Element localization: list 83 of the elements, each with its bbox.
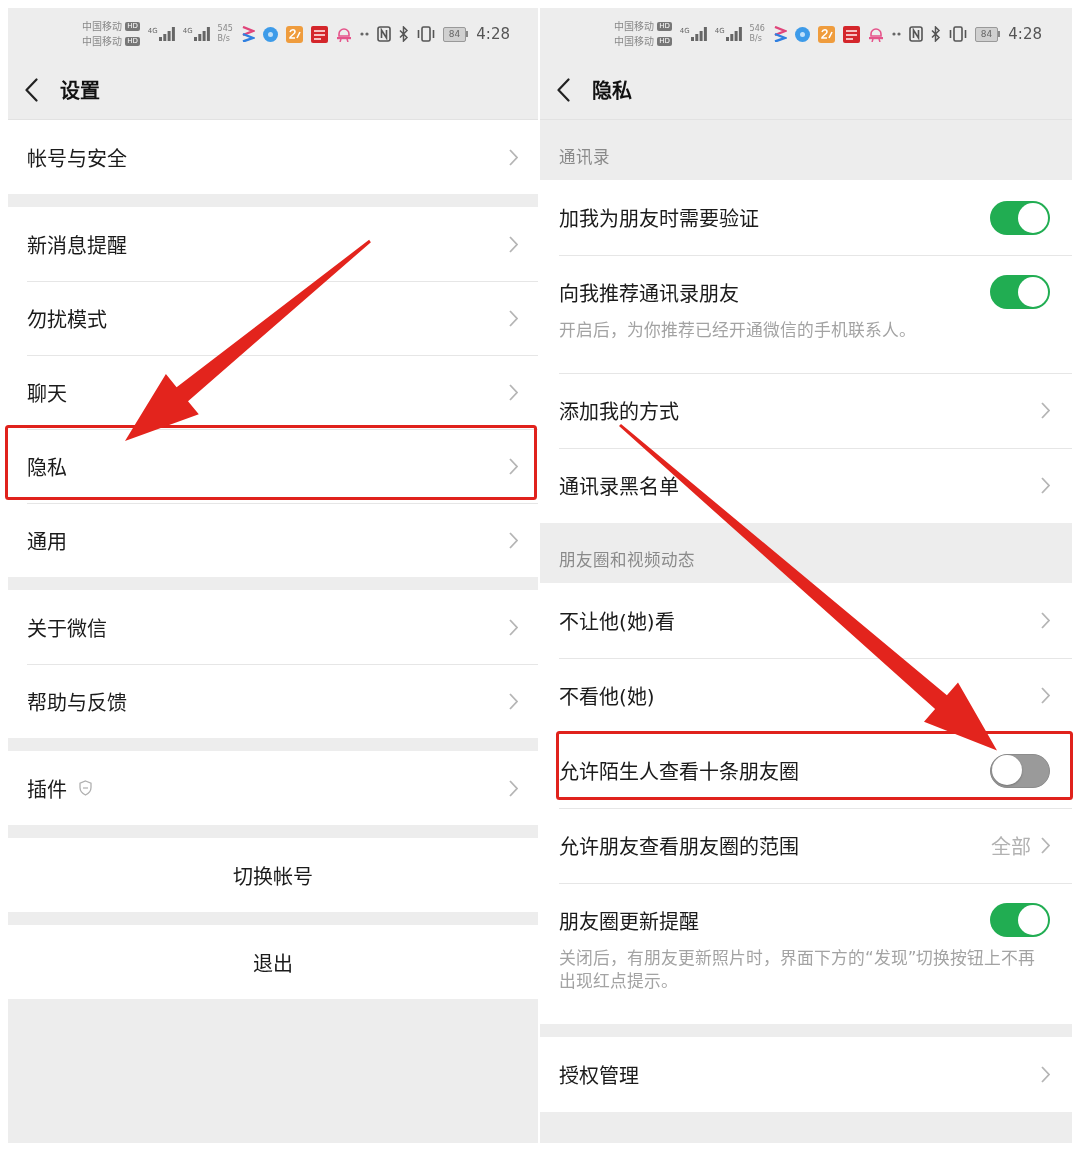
- screen-title: 隐私: [592, 78, 632, 104]
- toggle-switch[interactable]: [990, 903, 1050, 937]
- carrier-name: 中国移动: [614, 35, 655, 48]
- battery-indicator: 84: [974, 26, 1001, 42]
- signal-icon: [690, 27, 707, 41]
- chevron-icon: [1041, 1066, 1050, 1083]
- back-icon[interactable]: [25, 77, 38, 102]
- signal-icon: [193, 27, 210, 41]
- action-button[interactable]: 切换帐号: [8, 838, 538, 912]
- network-speed: 546: [749, 24, 765, 34]
- chevron-icon: [509, 457, 518, 475]
- app-tile-icon: [285, 25, 303, 43]
- double-chevron-icon: [772, 26, 787, 42]
- chevron-icon: [509, 309, 518, 327]
- description-text: 关闭后，有朋友更新照片时，界面下方的“发现”切换按钮上不再出现红点提示。: [559, 947, 1037, 993]
- vibrate-icon: [948, 26, 967, 42]
- toggle-switch[interactable]: [990, 200, 1050, 235]
- chevron-icon: [1041, 612, 1050, 629]
- more-icon: [891, 32, 901, 36]
- action-button[interactable]: 退出: [8, 925, 538, 999]
- clock-time: 4:28: [476, 25, 510, 43]
- chevron-icon: [1041, 402, 1050, 419]
- screen-title: 设置: [60, 78, 100, 104]
- chevron-icon: [509, 692, 518, 710]
- nfc-icon: [908, 26, 923, 42]
- menu-item[interactable]: 隐私: [8, 429, 538, 503]
- nfc-icon: [376, 26, 391, 42]
- app-tile-icon: [310, 25, 328, 43]
- speed-unit: B/s: [217, 34, 230, 44]
- carrier-name: 中国移动: [82, 35, 123, 48]
- toggle-switch[interactable]: [990, 275, 1050, 309]
- setting-label: 加我为朋友时需要验证: [559, 206, 759, 232]
- app-tile-icon: [817, 25, 835, 43]
- circle-icon: [794, 26, 810, 42]
- double-chevron-icon: [240, 26, 255, 42]
- signal-icon: [158, 27, 175, 41]
- chevron-icon: [1041, 837, 1050, 854]
- description-text: 开启后，为你推荐已经开通微信的手机联系人。: [559, 319, 917, 342]
- carrier-name: 中国移动: [82, 20, 123, 33]
- section-header: 朋友圈和视频动态: [558, 550, 696, 572]
- menu-item[interactable]: 关于微信: [8, 590, 538, 664]
- menu-item[interactable]: 勿扰模式: [8, 281, 538, 355]
- menu-item[interactable]: 帐号与安全: [8, 120, 538, 194]
- chevron-icon: [509, 148, 518, 166]
- setting-label: 朋友圈更新提醒: [559, 908, 699, 935]
- more-icon: [359, 32, 369, 36]
- shield-icon: [79, 780, 92, 796]
- chevron-icon: [1041, 687, 1050, 704]
- signal-icon: [725, 27, 742, 41]
- setting-label: 向我推荐通讯录朋友: [559, 280, 739, 307]
- speed-unit: B/s: [749, 34, 762, 44]
- menu-item[interactable]: 添加我的方式: [540, 373, 1072, 448]
- network-speed: 545: [217, 24, 233, 34]
- chevron-icon: [509, 383, 518, 401]
- section-header: 通讯录: [558, 147, 611, 169]
- ufo-icon: [867, 26, 884, 42]
- app-tile-icon: [842, 25, 860, 43]
- menu-item[interactable]: 插件: [8, 751, 538, 825]
- menu-item[interactable]: 通用: [8, 503, 538, 577]
- chevron-icon: [1041, 477, 1050, 494]
- ufo-icon: [335, 26, 352, 42]
- carrier-name: 中国移动: [614, 20, 655, 33]
- bluetooth-icon: [398, 26, 409, 42]
- chevron-icon: [509, 779, 518, 797]
- toggle-switch[interactable]: [990, 753, 1050, 788]
- menu-item[interactable]: 不看他(她): [540, 658, 1072, 733]
- menu-item[interactable]: 不让他(她)看: [540, 583, 1072, 658]
- battery-indicator: 84: [442, 26, 469, 42]
- back-icon[interactable]: [557, 77, 570, 102]
- chevron-icon: [509, 618, 518, 636]
- bluetooth-icon: [930, 26, 941, 42]
- vibrate-icon: [416, 26, 435, 42]
- menu-item[interactable]: 帮助与反馈: [8, 664, 538, 738]
- menu-item[interactable]: 通讯录黑名单: [540, 448, 1072, 523]
- menu-item[interactable]: 授权管理: [540, 1037, 1072, 1112]
- menu-item[interactable]: 新消息提醒: [8, 207, 538, 281]
- value-text: 全部: [991, 834, 1031, 860]
- chevron-icon: [509, 235, 518, 253]
- setting-label: 允许陌生人查看十条朋友圈: [559, 759, 799, 785]
- clock-time: 4:28: [1008, 25, 1042, 43]
- menu-item[interactable]: 允许朋友查看朋友圈的范围 全部: [540, 808, 1072, 883]
- chevron-icon: [509, 531, 518, 549]
- circle-icon: [262, 26, 278, 42]
